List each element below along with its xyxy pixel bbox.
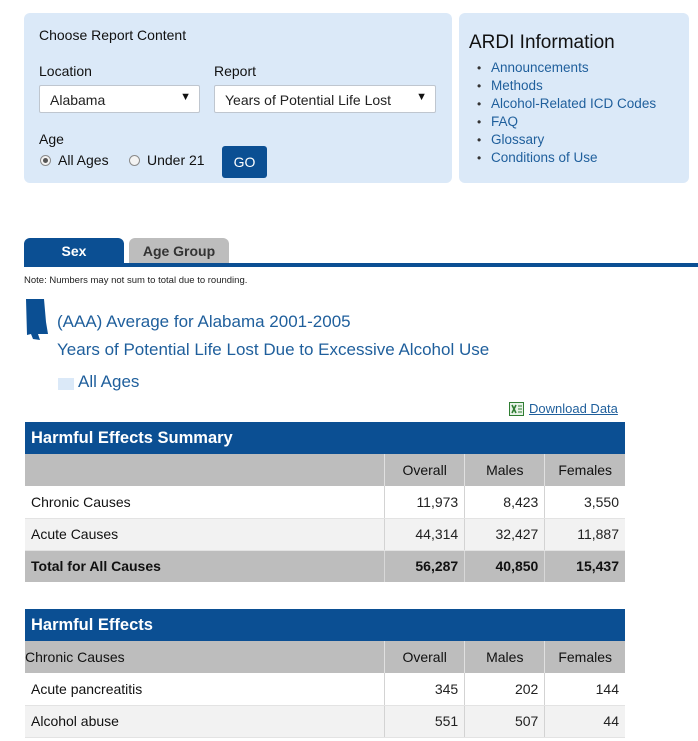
- bullet-icon: •: [477, 133, 482, 147]
- total-females: 15,437: [544, 550, 625, 582]
- harmful-effects-summary-table: Harmful Effects Summary Overall Males Fe…: [25, 422, 625, 582]
- location-select-value: Alabama: [50, 92, 106, 108]
- cell-females: 3,550: [544, 486, 625, 519]
- bullet-icon: •: [477, 115, 482, 129]
- row-label: Acute Causes: [25, 518, 385, 551]
- report-select[interactable]: Years of Potential Life Lost ▼: [214, 85, 436, 113]
- column-header-overall: Overall: [384, 454, 465, 486]
- row-label: Acute pancreatitis: [25, 673, 385, 706]
- table-header-row: Chronic Causes Overall Males Females: [25, 641, 625, 673]
- ardi-title: ARDI Information: [469, 32, 615, 53]
- harmful-effects-table: Harmful Effects Chronic Causes Overall M…: [25, 609, 625, 738]
- table-row: Acute Causes 44,314 32,427 11,887: [25, 518, 625, 551]
- ardi-link-conditions[interactable]: • Conditions of Use: [473, 149, 656, 167]
- total-label: Total for All Causes: [25, 550, 385, 582]
- table-total-row: Total for All Causes 56,287 40,850 15,43…: [25, 550, 625, 582]
- column-header-overall: Overall: [384, 641, 465, 673]
- ardi-link-faq[interactable]: • FAQ: [473, 113, 656, 131]
- cell-males: 8,423: [464, 486, 545, 519]
- column-header-chronic-causes: Chronic Causes: [25, 641, 385, 673]
- age-group-swatch: [58, 378, 74, 390]
- ardi-information-panel: ARDI Information • Announcements • Methods…: [459, 13, 689, 183]
- location-select[interactable]: Alabama ▼: [39, 85, 200, 113]
- download-data-link[interactable]: Download Data: [529, 401, 618, 416]
- effects-table-title: Harmful Effects: [25, 609, 625, 641]
- total-overall: 56,287: [384, 550, 465, 582]
- ardi-link-icd-codes[interactable]: • Alcohol-Related ICD Codes: [473, 95, 656, 113]
- report-select-value: Years of Potential Life Lost: [225, 92, 392, 108]
- cell-females: 11,887: [544, 518, 625, 551]
- tab-underline: [24, 263, 698, 267]
- ardi-link-glossary[interactable]: • Glossary: [473, 131, 656, 149]
- report-label: Report: [214, 63, 257, 79]
- age-label: Age: [39, 131, 64, 147]
- cell-overall: 11,973: [384, 486, 465, 519]
- bullet-icon: •: [477, 79, 482, 93]
- cell-males: 507: [464, 705, 545, 738]
- all-ages-radio[interactable]: [40, 155, 51, 166]
- report-content-panel: Choose Report Content Location Alabama ▼…: [24, 13, 452, 183]
- chevron-down-icon: ▼: [416, 91, 427, 103]
- excel-icon[interactable]: [509, 402, 524, 416]
- ardi-links-list: • Announcements • Methods • Alcohol-Related…: [473, 59, 656, 167]
- alabama-state-icon: [26, 299, 48, 340]
- column-header-females: Females: [544, 641, 625, 673]
- report-subheading: Years of Potential Life Lost Due to Exce…: [57, 340, 490, 359]
- table-row: Alcohol abuse 551 507 44: [25, 705, 625, 738]
- cell-females: 144: [544, 673, 625, 706]
- bullet-icon: •: [477, 151, 482, 165]
- report-heading: (AAA) Average for Alabama 2001-2005: [57, 312, 351, 331]
- table-row: Chronic Causes 11,973 8,423 3,550: [25, 486, 625, 519]
- go-button[interactable]: GO: [222, 146, 267, 178]
- bullet-icon: •: [477, 97, 482, 111]
- summary-table-title: Harmful Effects Summary: [25, 422, 625, 454]
- row-label: Alcohol abuse: [25, 705, 385, 738]
- rounding-note: Note: Numbers may not sum to total due t…: [24, 275, 248, 286]
- table-row: Acute pancreatitis 345 202 144: [25, 673, 625, 706]
- column-header-males: Males: [464, 454, 545, 486]
- under-21-label[interactable]: Under 21: [147, 152, 205, 168]
- tab-sex[interactable]: Sex: [24, 238, 124, 265]
- under-21-radio[interactable]: [129, 155, 140, 166]
- ardi-link-methods[interactable]: • Methods: [473, 77, 656, 95]
- ardi-link-announcements[interactable]: • Announcements: [473, 59, 656, 77]
- table-header-row: Overall Males Females: [25, 454, 625, 486]
- cell-males: 202: [464, 673, 545, 706]
- chevron-down-icon: ▼: [180, 91, 191, 103]
- all-ages-label[interactable]: All Ages: [58, 152, 109, 168]
- total-males: 40,850: [464, 550, 545, 582]
- age-group-label: All Ages: [78, 372, 140, 391]
- column-header-males: Males: [464, 641, 545, 673]
- cell-overall: 345: [384, 673, 465, 706]
- cell-overall: 44,314: [384, 518, 465, 551]
- bullet-icon: •: [477, 61, 482, 75]
- cell-overall: 551: [384, 705, 465, 738]
- report-panel-title: Choose Report Content: [39, 27, 187, 43]
- row-label: Chronic Causes: [25, 486, 385, 519]
- column-header: [25, 454, 385, 486]
- column-header-females: Females: [544, 454, 625, 486]
- cell-males: 32,427: [464, 518, 545, 551]
- location-label: Location: [39, 63, 92, 79]
- tab-age-group[interactable]: Age Group: [129, 238, 229, 265]
- cell-females: 44: [544, 705, 625, 738]
